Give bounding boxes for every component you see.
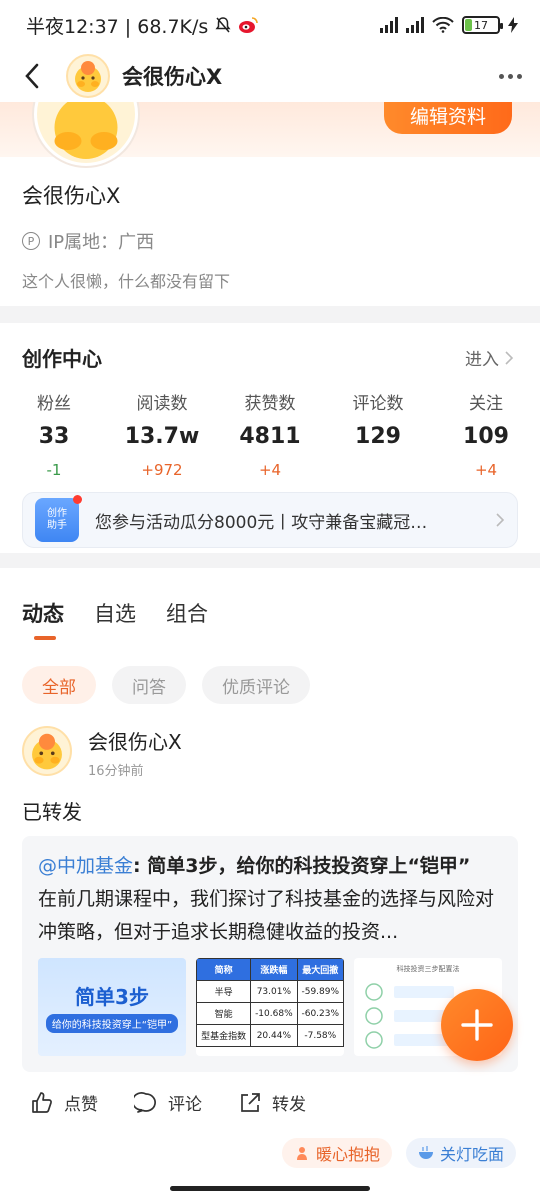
signal-icon (406, 17, 424, 33)
feed-section: 动态 自选 组合 全部 问答 优质评论 会很伤心X 16分钟前 已转发 @中加基… (0, 568, 540, 1200)
tab-portfolio[interactable]: 组合 (166, 598, 208, 628)
post-time: 16分钟前 (88, 764, 144, 779)
lights-off-button[interactable]: 关灯吃面 (405, 1138, 516, 1168)
post-image[interactable]: 简单3步 给你的科技投资穿上“铠甲” (38, 958, 186, 1056)
more-button[interactable] (499, 73, 522, 79)
filter-quality-comments[interactable]: 优质评论 (202, 666, 310, 704)
page-title: 会很伤心X (122, 65, 223, 89)
post-text: 已转发 (22, 800, 82, 824)
stat-fans[interactable]: 粉丝 33 -1 (0, 389, 108, 479)
like-button[interactable]: 点赞 (30, 1090, 98, 1115)
top-nav: 会很伤心X (0, 50, 540, 102)
hug-icon (296, 1147, 307, 1160)
tab-dynamics[interactable]: 动态 (22, 598, 64, 640)
quoted-post-images: 简单3步 给你的科技投资穿上“铠甲” 简称 涨跌幅 最大回撤 半导 73.01% -59… (38, 958, 502, 1056)
back-button[interactable] (18, 62, 46, 90)
creator-assistant-icon: 创作 助手 (35, 495, 82, 542)
mention-link[interactable]: @中加基金 (38, 855, 133, 877)
comment-button[interactable]: 评论 (134, 1090, 202, 1115)
share-button[interactable]: 转发 (238, 1090, 306, 1115)
bell-muted-icon (215, 17, 231, 33)
quoted-post-title: : 简单3步，给你的科技投资穿上“铠甲” (133, 855, 471, 877)
enter-creation-center-link[interactable]: 进入 (465, 345, 514, 370)
filter-all[interactable]: 全部 (22, 666, 96, 704)
chevron-right-icon (505, 350, 514, 365)
feed-filters: 全部 问答 优质评论 (22, 666, 310, 704)
mascot-icon (54, 102, 118, 159)
reaction-buttons: 暖心抱抱 关灯吃面 (281, 1138, 516, 1168)
back-arrow-icon (25, 63, 39, 89)
post-actions: 点赞 评论 转发 (30, 1090, 306, 1115)
comment-icon (134, 1091, 156, 1113)
quoted-post-body: 在前几期课程中，我们探讨了科技基金的选择与风险对冲策略，但对于追求长期稳健收益的… (38, 888, 495, 943)
stat-following[interactable]: 关注 109 +4 (432, 389, 540, 479)
location-p-icon: P (22, 232, 40, 250)
stat-likes[interactable]: 获赞数 4811 +4 (216, 389, 324, 479)
charging-icon (508, 17, 518, 33)
home-indicator[interactable] (170, 1186, 370, 1191)
ip-label: IP属地：广西 (48, 232, 155, 253)
profile-bio: 这个人很懒，什么都没有留下 (22, 272, 231, 291)
quoted-post-text: @中加基金: 简单3步，给你的科技投资穿上“铠甲” 在前几期课程中，我们探讨了科… (38, 850, 502, 949)
tab-watchlist[interactable]: 自选 (94, 598, 136, 628)
plus-icon (461, 1009, 493, 1041)
create-post-button[interactable] (441, 989, 513, 1061)
status-bar: 半夜12:37 | 68.7K/s 17 (0, 0, 540, 50)
profile-name: 会很伤心X (22, 184, 121, 208)
post-image[interactable]: 简称 涨跌幅 最大回撤 半导 73.01% -59.89% 智能 -10.68% -60.2… (196, 958, 344, 1056)
signal-icon (380, 17, 398, 33)
weibo-icon (239, 17, 259, 33)
creation-center-title: 创作中心 (22, 347, 102, 371)
stats-row: 粉丝 33 -1 阅读数 13.7w +972 获赞数 4811 +4 评论数 … (0, 389, 540, 479)
share-icon (241, 1092, 260, 1112)
chevron-right-icon (496, 513, 505, 527)
edit-profile-button[interactable]: 编辑资料 (384, 102, 512, 134)
noodle-bowl-icon (418, 1146, 433, 1159)
creation-center: 创作中心 进入 粉丝 33 -1 阅读数 13.7w +972 获赞数 4811… (0, 323, 540, 553)
post-image-table: 简称 涨跌幅 最大回撤 半导 73.01% -59.89% 智能 -10.68% -60.2… (196, 958, 344, 1047)
avatar[interactable] (22, 726, 72, 776)
filter-qa[interactable]: 问答 (112, 666, 186, 704)
battery-icon: 17 (462, 16, 503, 34)
status-time-speed: 半夜12:37 | 68.7K/s (26, 15, 209, 38)
banner-text: 您参与活动瓜分8000元丨攻守兼备宝藏冠… (95, 512, 428, 533)
stat-reads[interactable]: 阅读数 13.7w +972 (108, 389, 216, 479)
wifi-icon (432, 17, 454, 33)
profile-card: 编辑资料 会很伤心X P IP属地：广西 这个人很懒，什么都没有留下 (0, 102, 540, 306)
avatar[interactable] (66, 54, 110, 98)
creator-assistant-banner[interactable]: 创作 助手 您参与活动瓜分8000元丨攻守兼备宝藏冠… (22, 492, 518, 548)
warm-hug-button[interactable]: 暖心抱抱 (281, 1138, 392, 1168)
ip-location: P IP属地：广西 (22, 228, 154, 254)
stat-comments[interactable]: 评论数 129 (324, 389, 432, 479)
post-author[interactable]: 会很伤心X (88, 726, 182, 755)
notification-dot (73, 495, 82, 504)
feed-tabs: 动态 自选 组合 (22, 598, 208, 640)
thumbs-up-icon (32, 1091, 52, 1113)
mascot-icon (75, 61, 101, 92)
mascot-icon (32, 733, 62, 770)
